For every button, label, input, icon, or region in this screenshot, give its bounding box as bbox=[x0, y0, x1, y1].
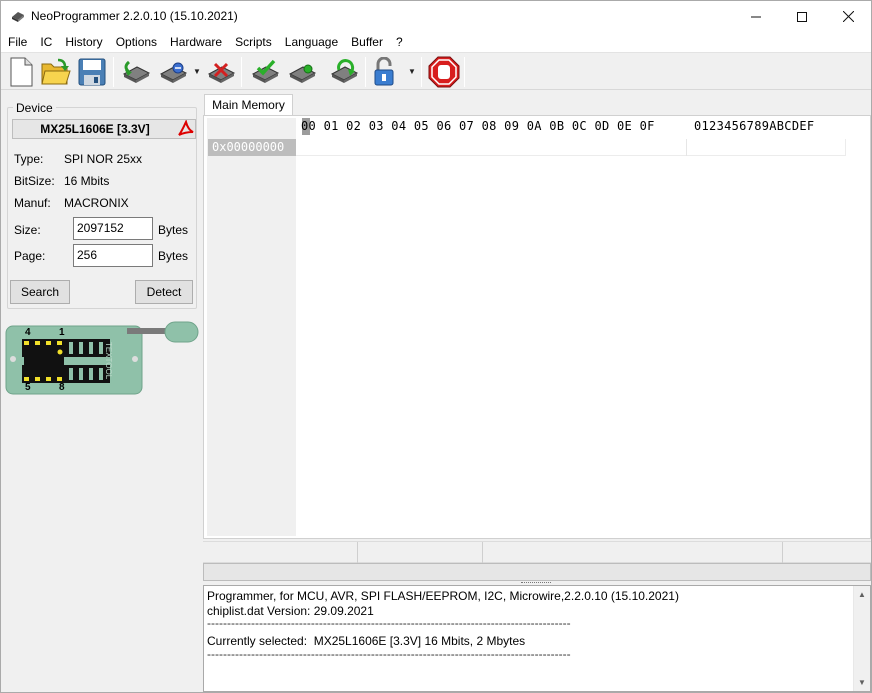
toolbar-separator bbox=[421, 57, 422, 87]
menu-scripts[interactable]: Scripts bbox=[228, 32, 278, 52]
read-chip-icon bbox=[122, 60, 151, 83]
log-line: Currently selected: MX25L1606E [3.3V] 16… bbox=[207, 634, 526, 648]
open-file-button[interactable] bbox=[39, 55, 73, 89]
scroll-up-icon[interactable]: ▲ bbox=[858, 590, 866, 599]
verify-chip-icon bbox=[251, 59, 280, 83]
log-panel[interactable]: Programmer, for MCU, AVR, SPI FLASH/EEPR… bbox=[203, 585, 871, 692]
auto-button[interactable] bbox=[327, 55, 361, 89]
page-field[interactable]: 256 bbox=[73, 244, 153, 267]
menu-history[interactable]: History bbox=[58, 32, 108, 52]
new-file-icon bbox=[10, 57, 33, 87]
minimize-icon bbox=[751, 16, 761, 17]
protect-dropdown-arrow[interactable]: ▼ bbox=[408, 67, 416, 77]
status-bar bbox=[203, 541, 871, 564]
socket-pin-1: 1 bbox=[59, 327, 65, 338]
bitsize-value: 16 Mbits bbox=[64, 174, 110, 188]
size-label: Size: bbox=[14, 223, 41, 237]
auto-icon bbox=[330, 59, 359, 83]
manuf-label: Manuf: bbox=[14, 196, 51, 210]
tab-main-memory[interactable]: Main Memory bbox=[204, 94, 293, 116]
socket-brand: TEXTOOL bbox=[104, 342, 113, 380]
erase-chip-icon bbox=[207, 62, 236, 83]
pdf-icon[interactable] bbox=[177, 120, 195, 138]
type-label: Type: bbox=[14, 152, 44, 166]
write-chip-button[interactable] bbox=[156, 55, 190, 89]
maximize-icon bbox=[797, 11, 807, 22]
stop-button[interactable] bbox=[427, 55, 461, 89]
device-name: MX25L1606E [3.3V] bbox=[12, 119, 196, 139]
status-cell bbox=[483, 542, 783, 564]
toolbar-separator bbox=[464, 57, 465, 87]
textool-socket-graphic bbox=[5, 321, 199, 395]
erase-chip-button[interactable] bbox=[204, 55, 238, 89]
title-bar: NeoProgrammer 2.2.0.10 (15.10.2021) bbox=[1, 1, 871, 32]
ascii-column-header: 0123456789ABCDEF bbox=[694, 119, 815, 133]
open-folder-icon bbox=[41, 58, 71, 85]
menu-options[interactable]: Options bbox=[109, 32, 163, 52]
page-label: Page: bbox=[14, 249, 46, 263]
detect-button[interactable]: Detect bbox=[135, 280, 193, 304]
log-line: ----------------------------------------… bbox=[207, 616, 571, 630]
close-button[interactable] bbox=[825, 1, 871, 32]
close-icon bbox=[842, 11, 854, 22]
log-line: ----------------------------------------… bbox=[207, 647, 571, 661]
menu-language[interactable]: Language bbox=[278, 32, 344, 52]
menu-bar: File IC History Options Hardware Scripts… bbox=[1, 32, 871, 52]
hex-column-header: 00 01 02 03 04 05 06 07 08 09 0A 0B 0C 0… bbox=[301, 119, 655, 133]
save-icon bbox=[78, 58, 106, 86]
minimize-button[interactable] bbox=[733, 1, 779, 32]
status-cell bbox=[203, 542, 358, 564]
read-chip-button[interactable] bbox=[119, 55, 153, 89]
hex-editor-panel[interactable] bbox=[203, 115, 871, 539]
size-unit: Bytes bbox=[158, 223, 189, 237]
blank-check-icon bbox=[288, 64, 317, 83]
toolbar-separator bbox=[365, 57, 366, 87]
progress-bar bbox=[203, 563, 871, 581]
menu-file[interactable]: File bbox=[1, 32, 33, 52]
hex-ascii-divider bbox=[686, 139, 687, 156]
log-line: Programmer, for MCU, AVR, SPI FLASH/EEPR… bbox=[207, 589, 679, 603]
page-unit: Bytes bbox=[158, 249, 189, 263]
menu-hardware[interactable]: Hardware bbox=[163, 32, 228, 52]
log-scrollbar[interactable]: ▲ ▼ bbox=[853, 586, 870, 691]
menu-buffer[interactable]: Buffer bbox=[344, 32, 389, 52]
new-file-button[interactable] bbox=[4, 55, 38, 89]
window-title: NeoProgrammer 2.2.0.10 (15.10.2021) bbox=[31, 9, 238, 23]
manuf-value: MACRONIX bbox=[64, 196, 129, 210]
size-field[interactable]: 2097152 bbox=[73, 217, 153, 240]
search-button[interactable]: Search bbox=[10, 280, 70, 304]
hex-row[interactable] bbox=[296, 139, 846, 156]
hex-address-gutter bbox=[207, 118, 296, 536]
socket-pin-5: 5 bbox=[25, 382, 31, 393]
protect-lock-icon bbox=[374, 57, 394, 86]
stop-icon bbox=[428, 56, 460, 88]
hex-row-address: 0x00000000 bbox=[208, 139, 296, 156]
chip-icon bbox=[12, 12, 24, 22]
menu-help[interactable]: ? bbox=[389, 32, 409, 52]
maximize-button[interactable] bbox=[779, 1, 825, 32]
bitsize-label: BitSize: bbox=[14, 174, 55, 188]
scroll-down-icon[interactable]: ▼ bbox=[858, 678, 866, 687]
protect-button[interactable] bbox=[370, 55, 404, 89]
app-window: NeoProgrammer 2.2.0.10 (15.10.2021) File… bbox=[0, 0, 872, 693]
socket-pin-8: 8 bbox=[59, 382, 65, 393]
toolbar-separator bbox=[113, 57, 114, 87]
verify-chip-button[interactable] bbox=[248, 55, 282, 89]
device-group-label: Device bbox=[13, 101, 56, 115]
menu-ic[interactable]: IC bbox=[33, 32, 58, 52]
type-value: SPI NOR 25xx bbox=[64, 152, 143, 166]
toolbar: ▼ ▼ bbox=[1, 52, 871, 90]
toolbar-separator bbox=[241, 57, 242, 87]
blank-check-button[interactable] bbox=[285, 55, 319, 89]
write-dropdown-arrow[interactable]: ▼ bbox=[193, 67, 201, 77]
save-button[interactable] bbox=[75, 55, 109, 89]
socket-pin-4: 4 bbox=[25, 327, 31, 338]
write-chip-icon bbox=[159, 62, 188, 83]
status-cell bbox=[358, 542, 483, 564]
